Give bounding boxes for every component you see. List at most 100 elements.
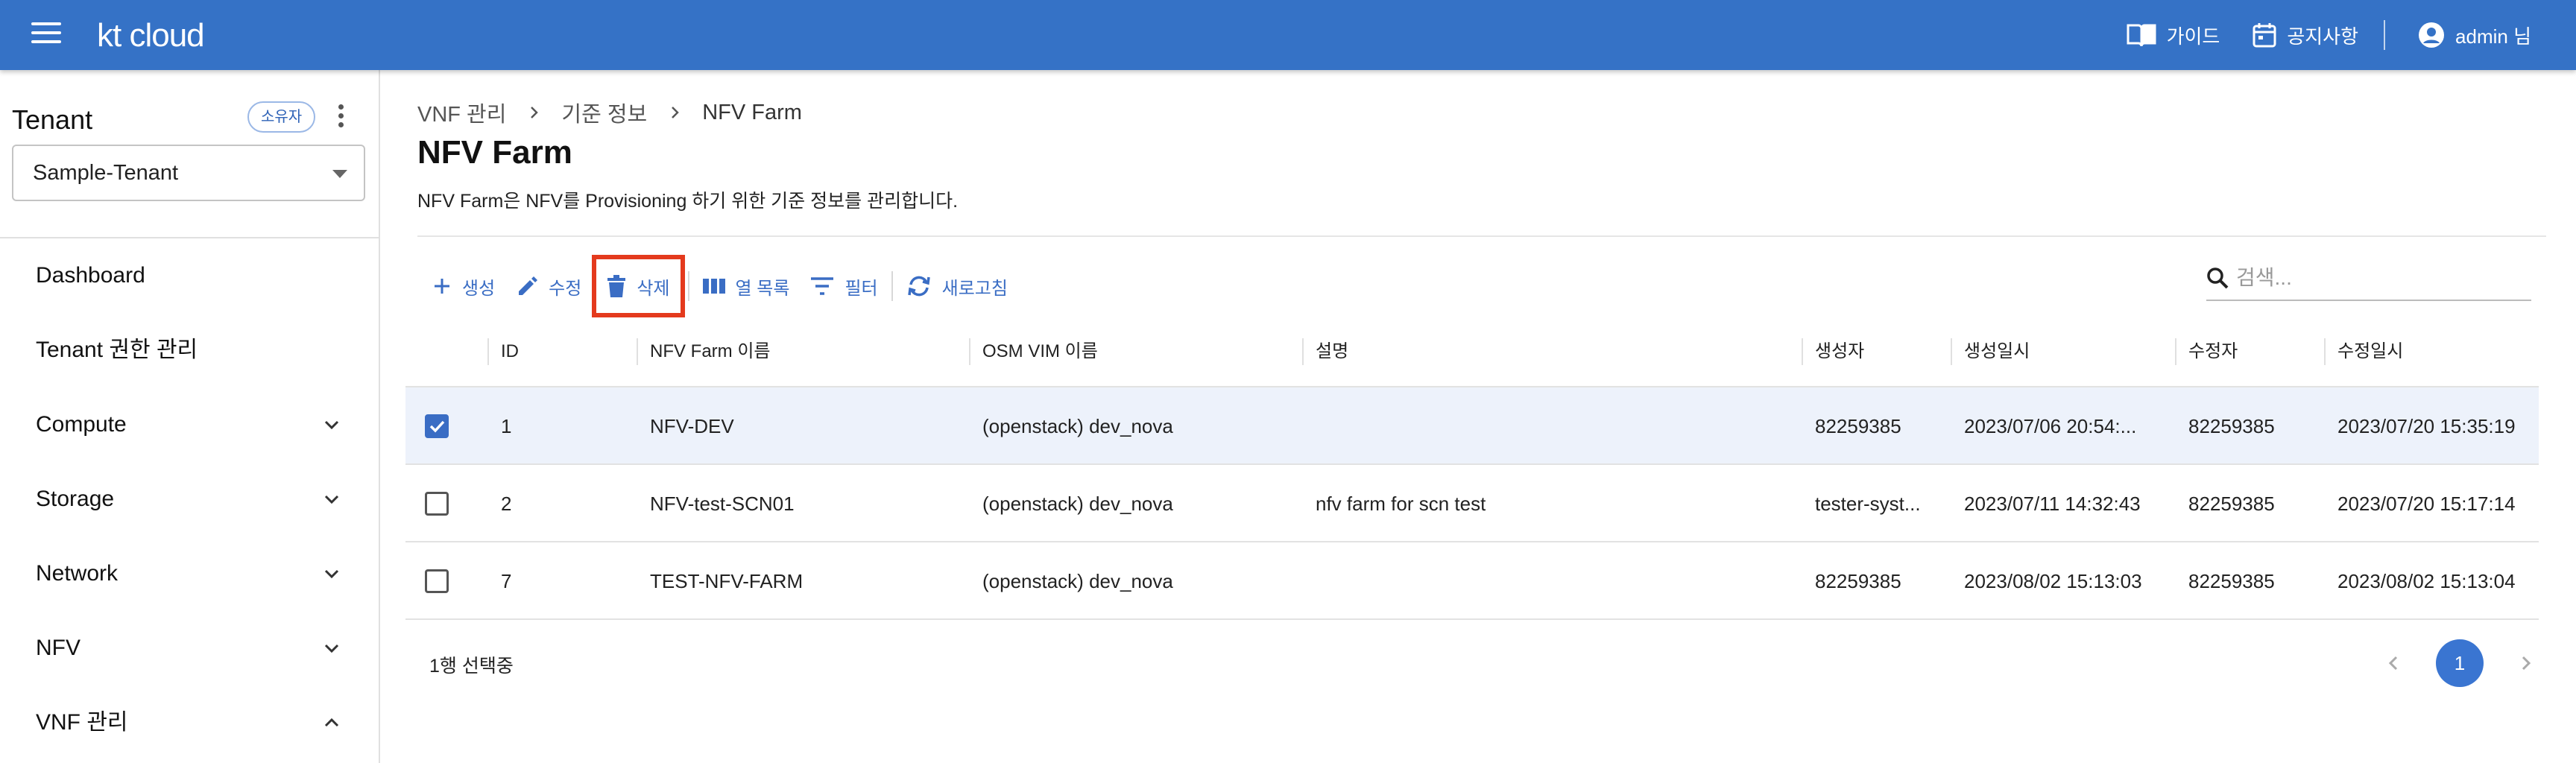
pencil-icon (519, 276, 538, 295)
cell-modified: 2023/07/20 15:35:19 (2337, 415, 2516, 437)
sidebar-item-label: Compute (36, 412, 127, 437)
cell-created: 2023/08/02 15:13:03 (1964, 570, 2142, 592)
search-input[interactable] (2236, 266, 2519, 290)
table-row[interactable]: 2 NFV-test-SCN01 (openstack) dev_nova nf… (405, 465, 2539, 542)
sidebar-item-tenant-permissions[interactable]: Tenant 권한 관리 (0, 313, 379, 387)
nfv-farm-table: ID NFV Farm 이름 OSM VIM 이름 설명 생성자 생성일시 수정… (405, 316, 2539, 620)
table-header: ID NFV Farm 이름 OSM VIM 이름 설명 생성자 생성일시 수정… (405, 316, 2539, 387)
breadcrumb-base-info[interactable]: 기준 정보 (561, 97, 647, 128)
column-header-modifier[interactable]: 수정자 (2175, 316, 2238, 387)
breadcrumb: VNF 관리 기준 정보 NFV Farm (417, 97, 802, 128)
calendar-icon (2253, 23, 2276, 48)
filter-button[interactable]: 필터 (800, 264, 888, 308)
chevron-up-icon (324, 718, 339, 727)
edit-button[interactable]: 수정 (505, 264, 592, 308)
create-label: 생성 (462, 278, 496, 299)
sidebar: Tenant 소유자 Sample-Tenant Dashboard Tenan… (0, 70, 380, 763)
sidebar-item-label: Tenant 권한 관리 (36, 338, 198, 362)
column-header-modified[interactable]: 수정일시 (2324, 316, 2403, 387)
account-circle-icon (2419, 22, 2445, 48)
top-app-bar: kt cloud 가이드 공지사항 admin 님 (0, 0, 2576, 70)
cell-description (1302, 542, 1316, 620)
column-header-vim[interactable]: OSM VIM 이름 (969, 316, 1098, 387)
column-header-id[interactable]: ID (487, 316, 519, 387)
chevron-left-icon[interactable] (2385, 655, 2402, 671)
header-divider (2384, 20, 2386, 50)
cell-modifier: 82259385 (2188, 493, 2275, 515)
row-checkbox[interactable] (425, 414, 449, 438)
delete-button[interactable]: 삭제 (592, 255, 685, 317)
columns-button[interactable]: 열 목록 (692, 264, 801, 308)
sidebar-item-vnf-management[interactable]: VNF 관리 (0, 686, 379, 760)
more-options-icon[interactable] (334, 104, 347, 133)
sidebar-item-compute[interactable]: Compute (0, 387, 379, 462)
chevron-right-icon[interactable] (2518, 655, 2534, 671)
toolbar-divider (891, 271, 893, 301)
refresh-button[interactable]: 새로고침 (896, 264, 1018, 308)
search-box (2206, 256, 2531, 301)
notice-label: 공지사항 (2287, 25, 2359, 48)
owner-badge[interactable]: 소유자 (247, 101, 316, 133)
breadcrumb-current: NFV Farm (702, 100, 802, 124)
filter-icon (811, 277, 834, 295)
table-row[interactable]: 7 TEST-NFV-FARM (openstack) dev_nova 822… (405, 542, 2539, 620)
cell-name: TEST-NFV-FARM (650, 570, 804, 592)
cell-vim: (openstack) dev_nova (982, 570, 1173, 592)
table-toolbar: 생성 수정 삭제 열 목록 필터 새로고침 (422, 255, 1018, 317)
column-header-created[interactable]: 생성일시 (1951, 316, 2030, 387)
filter-label: 필터 (845, 278, 878, 299)
sidebar-item-label: NFV (36, 636, 80, 660)
cell-id: 2 (501, 493, 512, 515)
chevron-right-icon (672, 107, 679, 118)
cell-name: NFV-test-SCN01 (650, 493, 795, 515)
sidebar-item-label: Network (36, 561, 119, 586)
guide-label: 가이드 (2166, 25, 2220, 48)
guide-link[interactable]: 가이드 (2127, 22, 2220, 49)
cell-id: 1 (501, 415, 512, 437)
column-header-name[interactable]: NFV Farm 이름 (637, 316, 771, 387)
main-content: VNF 관리 기준 정보 NFV Farm NFV Farm NFV Farm은… (380, 70, 2576, 763)
delete-label: 삭제 (637, 278, 670, 299)
notice-link[interactable]: 공지사항 (2253, 22, 2358, 49)
tenant-title: Tenant (12, 104, 93, 135)
page-number-button[interactable]: 1 (2436, 639, 2484, 687)
sidebar-item-storage[interactable]: Storage (0, 462, 379, 536)
sidebar-item-network[interactable]: Network (0, 536, 379, 611)
cell-vim: (openstack) dev_nova (982, 493, 1173, 515)
create-button[interactable]: 생성 (422, 264, 505, 308)
column-header-description[interactable]: 설명 (1302, 316, 1348, 387)
check-icon (429, 420, 445, 433)
cell-description: nfv farm for scn test (1316, 493, 1486, 515)
breadcrumb-vnf-management[interactable]: VNF 관리 (417, 97, 506, 128)
kt-cloud-logo[interactable]: kt cloud (97, 15, 205, 57)
page-title: NFV Farm (417, 134, 572, 171)
cell-vim: (openstack) dev_nova (982, 415, 1173, 437)
sidebar-item-label: Dashboard (36, 263, 145, 288)
sidebar-item-dashboard[interactable]: Dashboard (0, 238, 379, 313)
columns-icon (702, 279, 725, 294)
row-checkbox[interactable] (425, 569, 449, 593)
chevron-down-icon (324, 420, 339, 430)
cell-created: 2023/07/06 20:54:... (1964, 415, 2137, 437)
cell-creator: tester-syst... (1815, 493, 1921, 515)
table-row[interactable]: 1 NFV-DEV (openstack) dev_nova 82259385 … (405, 387, 2539, 465)
menu-icon[interactable] (31, 22, 61, 48)
chevron-right-icon (531, 107, 539, 118)
tenant-select[interactable]: Sample-Tenant (12, 145, 365, 201)
row-checkbox[interactable] (425, 492, 449, 516)
column-header-creator[interactable]: 생성자 (1802, 316, 1864, 387)
cell-creator: 82259385 (1815, 570, 1901, 592)
cell-creator: 82259385 (1815, 415, 1901, 437)
sidebar-item-nfv[interactable]: NFV (0, 611, 379, 686)
chevron-down-icon (324, 569, 339, 579)
sidebar-nav: Dashboard Tenant 권한 관리 Compute Storage N… (0, 238, 379, 760)
edit-label: 수정 (549, 278, 582, 299)
chevron-down-icon (324, 495, 339, 504)
tenant-select-value: Sample-Tenant (33, 161, 179, 185)
cell-name: NFV-DEV (650, 415, 734, 437)
book-icon (2127, 24, 2156, 47)
refresh-label: 새로고침 (941, 278, 1008, 299)
user-menu[interactable]: admin 님 (2418, 22, 2531, 49)
cell-modifier: 82259385 (2188, 570, 2275, 592)
title-divider (417, 235, 2546, 237)
